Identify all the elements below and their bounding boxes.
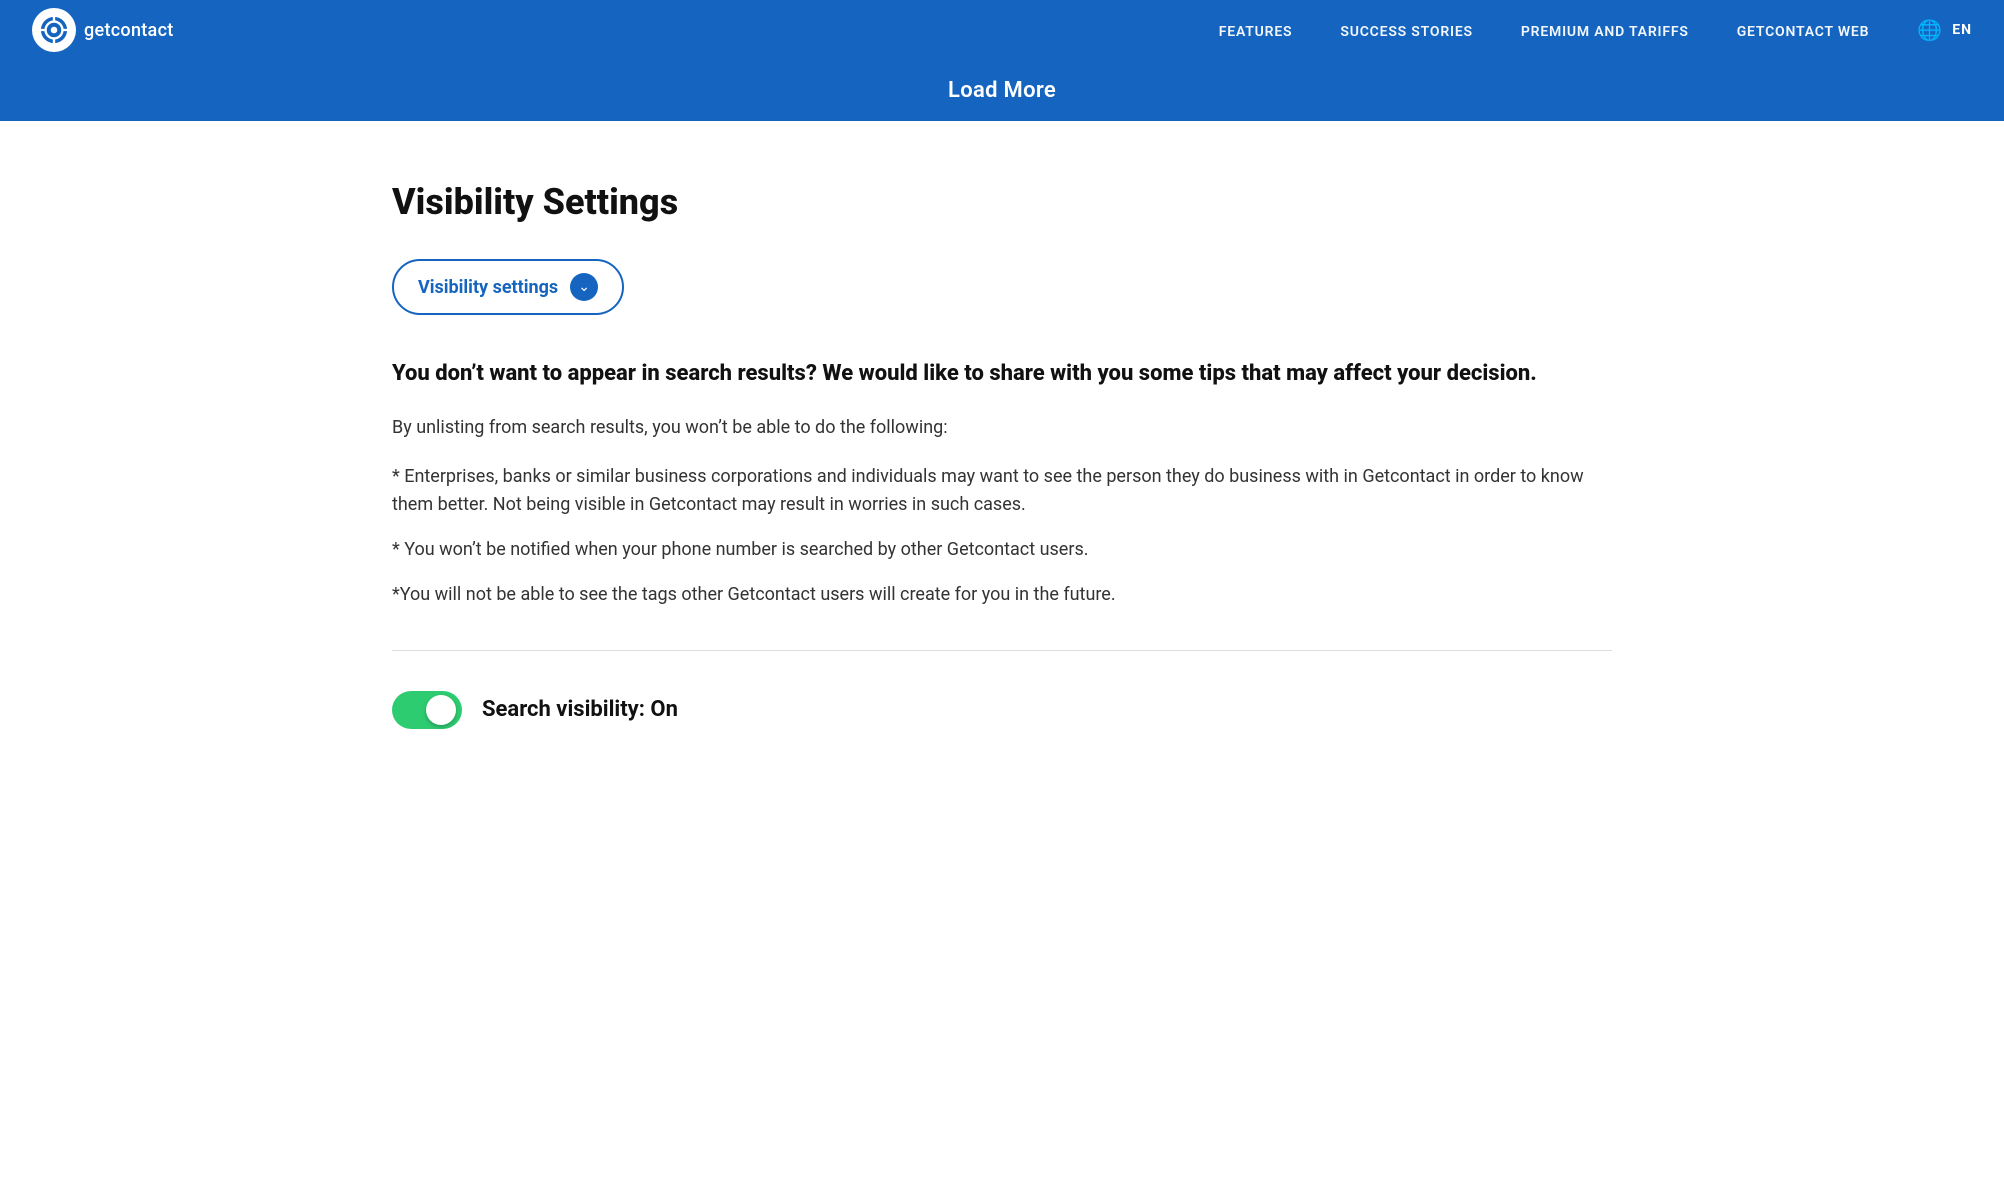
divider (392, 650, 1612, 651)
navbar: getcontact FEATURES SUCCESS STORIES PREM… (0, 0, 2004, 60)
toggle-row: Search visibility: On (392, 691, 1612, 729)
nav-logo[interactable]: getcontact (32, 8, 174, 52)
nav-right: 🌐 EN (1917, 18, 1972, 42)
search-visibility-toggle[interactable] (392, 691, 462, 729)
toggle-label: Search visibility: On (482, 697, 678, 722)
toggle-slider (392, 691, 462, 729)
nav-features[interactable]: FEATURES (1219, 24, 1293, 40)
intro-text: By unlisting from search results, you wo… (392, 414, 1612, 443)
logo-icon (32, 8, 76, 52)
load-more-banner[interactable]: Load More (0, 60, 2004, 121)
logo-text: getcontact (84, 20, 174, 41)
visibility-dropdown-label: Visibility settings (418, 277, 558, 298)
main-content: Visibility Settings Visibility settings … (312, 121, 1692, 809)
visibility-dropdown-button[interactable]: Visibility settings ⌄ (392, 259, 624, 315)
nav-getcontact-web[interactable]: GETCONTACT WEB (1737, 24, 1870, 40)
info-heading: You don’t want to appear in search resul… (392, 359, 1592, 390)
bullet-2: * You won’t be notified when your phone … (392, 536, 1612, 565)
section-title: Visibility Settings (392, 181, 1612, 223)
nav-success-stories[interactable]: SUCCESS STORIES (1340, 24, 1472, 40)
chevron-down-icon: ⌄ (570, 273, 598, 301)
bullet-3: *You will not be able to see the tags ot… (392, 581, 1612, 610)
bullet-1: * Enterprises, banks or similar business… (392, 463, 1612, 521)
load-more-label: Load More (948, 78, 1056, 103)
nav-links: FEATURES SUCCESS STORIES PREMIUM AND TAR… (1219, 21, 1870, 40)
globe-icon[interactable]: 🌐 (1917, 18, 1942, 42)
nav-premium-tariffs[interactable]: PREMIUM AND TARIFFS (1521, 24, 1689, 40)
language-label[interactable]: EN (1952, 22, 1972, 38)
